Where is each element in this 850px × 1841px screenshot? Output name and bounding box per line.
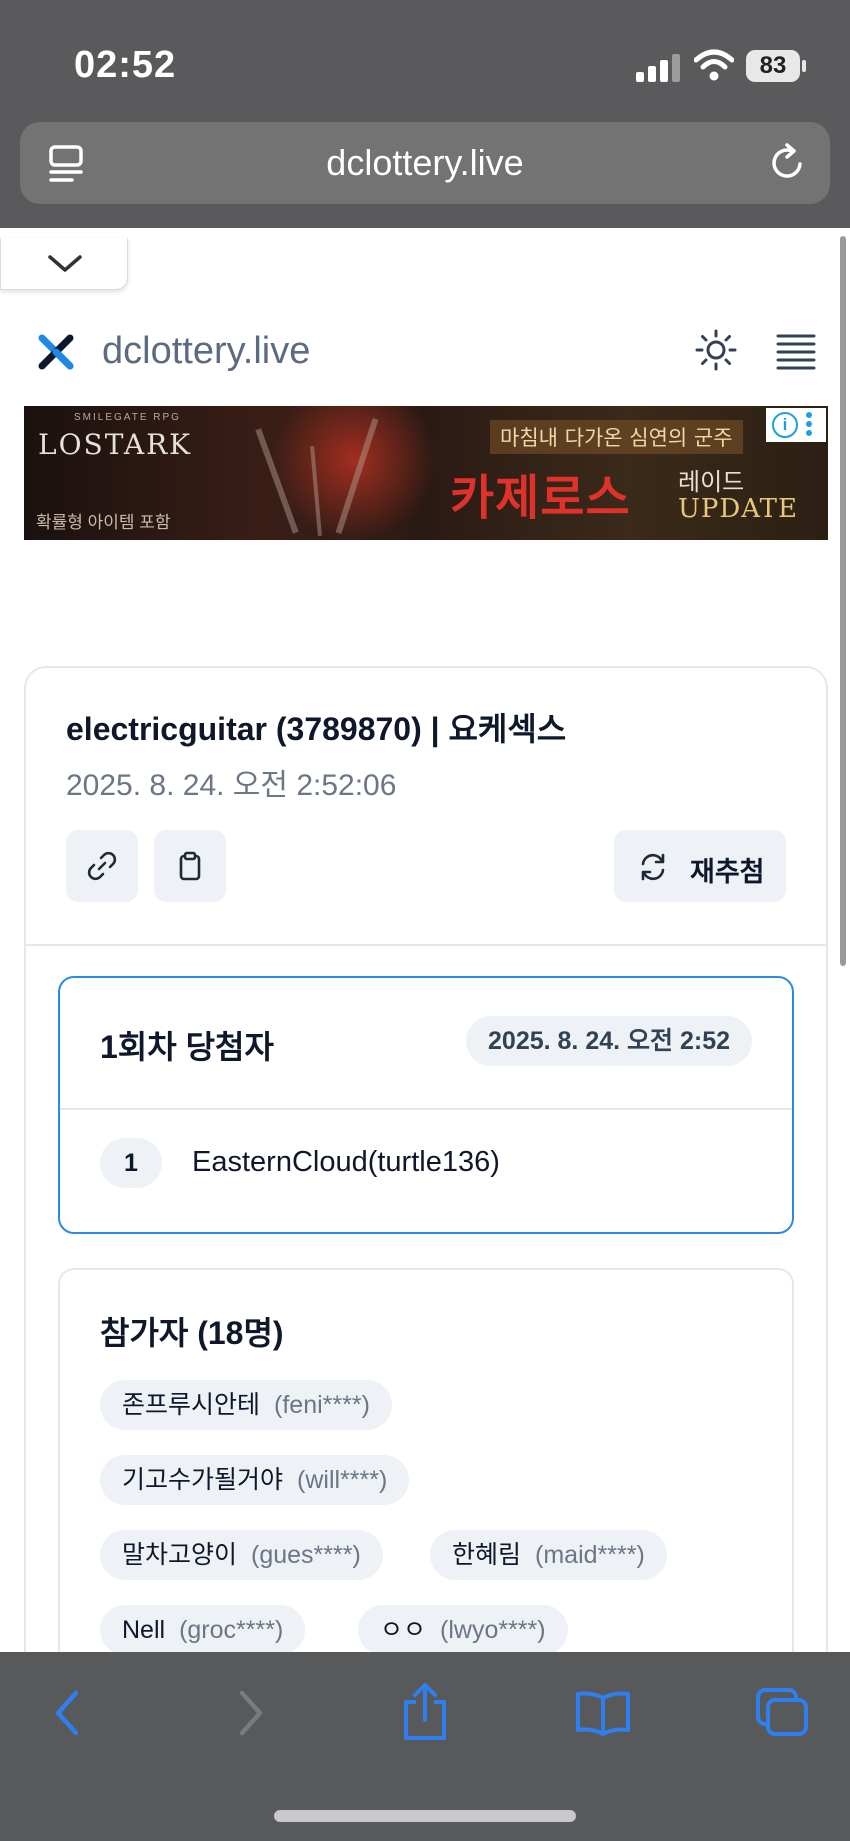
participant-chip: 존프루시안테 (feni****)	[100, 1380, 392, 1430]
bookmarks-icon[interactable]	[574, 1690, 632, 1736]
participant-name: ㅇㅇ	[380, 1616, 427, 1644]
site-header: dclottery.live	[0, 324, 850, 384]
event-card: electricguitar (3789870) | 요케섹스 2025. 8.…	[24, 666, 828, 1652]
ad-update-text: UPDATE	[678, 494, 798, 524]
forward-icon	[239, 1690, 263, 1736]
participants-card: 참가자 (18명) 존프루시안테 (feni****) 기고수가될거야 (will*…	[58, 1268, 794, 1652]
browser-top-chrome: 02:52 83 dclottery.live	[0, 0, 850, 228]
participant-chip: 말차고양이 (gues****)	[100, 1530, 383, 1580]
divider	[60, 1108, 792, 1110]
tabs-icon[interactable]	[754, 1686, 810, 1738]
event-title: electricguitar (3789870) | 요케섹스	[66, 711, 567, 747]
participant-id: (maid****)	[535, 1541, 645, 1569]
refresh-icon	[641, 853, 665, 881]
participant-id: (will****)	[297, 1466, 388, 1494]
info-icon[interactable]: i	[772, 412, 798, 438]
divider	[26, 944, 826, 946]
participant-id: (feni****)	[274, 1391, 370, 1419]
cellular-signal-icon	[636, 54, 680, 82]
site-logo-icon[interactable]	[36, 332, 76, 372]
clipboard-icon	[179, 851, 201, 881]
url-text[interactable]: dclottery.live	[20, 142, 830, 184]
ad-logo: LOSTARK	[38, 428, 193, 461]
winner-card: 1회차 당첨자 2025. 8. 24. 오전 2:52 1 EasternCl…	[58, 976, 794, 1234]
address-bar[interactable]: dclottery.live	[20, 122, 830, 204]
participant-name: 존프루시안테	[122, 1391, 261, 1419]
battery-icon: 83	[746, 50, 806, 82]
participant-chip: Nell (groc****)	[100, 1605, 306, 1652]
participant-chip: 한혜림 (maid****)	[430, 1530, 667, 1580]
copy-link-button[interactable]	[66, 830, 138, 902]
theme-toggle-sun-icon[interactable]	[694, 328, 738, 372]
reload-icon[interactable]	[768, 142, 808, 184]
status-time: 02:52	[74, 44, 177, 86]
battery-level: 83	[746, 50, 800, 82]
site-title[interactable]: dclottery.live	[102, 330, 310, 373]
ad-choices-button[interactable]: i	[766, 408, 826, 442]
ad-small-top-text: SMILEGATE RPG	[74, 412, 181, 423]
participant-name: 기고수가될거야	[122, 1466, 284, 1494]
copy-clipboard-button[interactable]	[154, 830, 226, 902]
collapse-toolbar-button[interactable]	[0, 238, 128, 290]
winner-round-title: 1회차 당첨자	[100, 1029, 274, 1065]
winner-name: EasternCloud(turtle136)	[192, 1146, 500, 1178]
redraw-label: 재추첨	[690, 857, 765, 887]
chevron-down-icon	[48, 255, 82, 272]
wifi-icon	[694, 49, 734, 81]
participant-id: (groc****)	[179, 1616, 284, 1644]
event-date: 2025. 8. 24. 오전 2:52:06	[66, 769, 397, 802]
participant-name: 말차고양이	[122, 1541, 238, 1569]
menu-icon[interactable]	[774, 330, 818, 374]
share-icon[interactable]	[400, 1682, 450, 1742]
home-indicator[interactable]	[274, 1810, 576, 1822]
back-icon[interactable]	[48, 1688, 88, 1738]
ad-headline: 카제로스	[450, 470, 631, 526]
participant-id: (gues****)	[251, 1541, 361, 1569]
participants-title: 참가자 (18명)	[100, 1315, 284, 1351]
web-content: dclottery.live SMILEGATE RPG LOSTARK 확률형…	[0, 228, 850, 1652]
ad-banner[interactable]: SMILEGATE RPG LOSTARK 확률형 아이템 포함 마침내 다가온…	[24, 406, 828, 540]
ad-subtext: 확률형 아이템 포함	[36, 513, 171, 532]
ad-raid-text: 레이드	[678, 468, 745, 496]
ad-tagline: 마침내 다가온 심연의 군주	[490, 420, 743, 454]
participant-id: (lwyo****)	[440, 1616, 546, 1644]
more-options-icon[interactable]	[806, 412, 814, 439]
redraw-button[interactable]: 재추첨	[614, 830, 786, 902]
winner-date-badge: 2025. 8. 24. 오전 2:52	[466, 1016, 752, 1066]
participant-chip: 기고수가될거야 (will****)	[100, 1455, 410, 1505]
rank-badge: 1	[100, 1138, 162, 1188]
link-icon	[87, 851, 117, 881]
participant-chip: ㅇㅇ (lwyo****)	[358, 1605, 568, 1652]
participant-name: Nell	[122, 1616, 166, 1644]
participant-name: 한혜림	[452, 1541, 522, 1569]
